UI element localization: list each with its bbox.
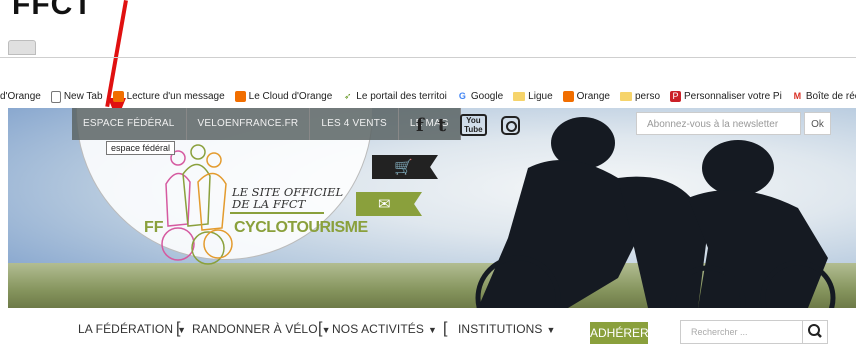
topnav-veloenfrance[interactable]: VELOENFRANCE.FR	[187, 108, 311, 140]
nav-label: RANDONNER À VÉLO	[192, 322, 318, 336]
bookmark-portail[interactable]: ➶ Le portail des territoi	[342, 91, 447, 102]
bookmark-label: Le Cloud d'Orange	[248, 91, 333, 102]
orange-icon	[112, 91, 124, 102]
logo-divider	[230, 212, 324, 214]
bookmark-orange-2[interactable]: Orange	[562, 91, 610, 102]
newsletter-input[interactable]: Abonnez-vous à la newsletter	[636, 112, 801, 135]
caret-down-icon: ▼	[546, 325, 556, 335]
bookmark-ligue[interactable]: Ligue	[513, 91, 553, 102]
bookmarks-bar: d'Orange New Tab Lecture d'un message Le…	[0, 88, 856, 105]
nav-activites[interactable]: NOS ACTIVITÉS ▼	[332, 322, 437, 336]
toolbar-divider	[0, 57, 856, 58]
search-button[interactable]	[802, 320, 828, 344]
nav-separator: [	[318, 320, 323, 337]
bookmark-label: Personnaliser votre Pi	[684, 91, 782, 102]
bookmark-label: Google	[470, 91, 504, 102]
logo-ff: FF	[144, 219, 164, 236]
bookmark-cloud[interactable]: Le Cloud d'Orange	[234, 91, 333, 102]
contact-ribbon[interactable]: ✉	[356, 192, 422, 216]
newsletter-ok-button[interactable]: Ok	[804, 112, 831, 135]
portal-icon: ➶	[344, 91, 352, 101]
bookmark-perso[interactable]: perso	[619, 91, 660, 102]
site-header: LE SITE OFFICIEL DE LA FFCT FF CYCLOTOUR…	[8, 108, 856, 308]
bookmark-google[interactable]: G Google	[457, 91, 503, 102]
pinterest-icon: P	[670, 91, 681, 102]
folder-icon	[619, 92, 632, 101]
twitter-icon[interactable]: t	[438, 115, 446, 136]
social-links: f t You Tube	[416, 114, 520, 136]
nav-separator: [	[176, 320, 181, 337]
nav-institutions[interactable]: INSTITUTIONS ▼	[458, 322, 556, 336]
youtube-top: You	[466, 116, 481, 125]
tooltip: espace fédéral	[106, 141, 176, 155]
caret-down-icon: ▼	[321, 325, 331, 335]
bookmark-label: New Tab	[63, 91, 103, 102]
page-icon	[50, 90, 61, 103]
nav-label: INSTITUTIONS	[458, 322, 543, 336]
nav-randonner[interactable]: RANDONNER À VÉLO ▼	[192, 322, 331, 336]
youtube-icon[interactable]: You Tube	[460, 114, 487, 136]
caret-down-icon: ▼	[428, 325, 438, 335]
orange-icon	[234, 91, 246, 102]
logo-tagline-line2: DE LA FFCT	[232, 197, 306, 211]
bookmark-new-tab[interactable]: New Tab	[50, 90, 103, 103]
logo-tagline: LE SITE OFFICIEL DE LA FFCT	[232, 186, 343, 210]
bookmark-label: perso	[634, 91, 660, 102]
nav-separator: [	[443, 320, 448, 337]
orange-icon	[562, 91, 574, 102]
bookmark-label: Boîte de réception	[805, 91, 856, 102]
gmail-icon: M	[793, 91, 802, 101]
shop-ribbon[interactable]: 🛒	[372, 155, 438, 179]
bookmark-pinterest[interactable]: P Personnaliser votre Pi	[670, 91, 782, 102]
bookmark-lecture[interactable]: Lecture d'un message	[112, 91, 225, 102]
topnav-espace-federal[interactable]: ESPACE FÉDÉRAL	[72, 108, 187, 140]
logo-cyclists-icon	[161, 144, 233, 265]
browser-tab[interactable]	[8, 40, 36, 55]
cart-icon: 🛒	[394, 159, 413, 176]
google-icon: G	[458, 91, 466, 101]
bookmark-label: Le portail des territoi	[356, 91, 447, 102]
instagram-icon[interactable]	[500, 115, 520, 135]
bookmark-orange[interactable]: d'Orange	[0, 91, 41, 102]
bookmark-label: Ligue	[528, 91, 553, 102]
search-icon	[808, 324, 822, 338]
bookmark-label: Lecture d'un message	[126, 91, 225, 102]
bookmark-gmail[interactable]: MBoîte de réception	[792, 91, 856, 102]
bookmark-label: d'Orange	[0, 91, 41, 102]
folder-icon	[513, 92, 526, 101]
nav-label: NOS ACTIVITÉS	[332, 322, 424, 336]
nav-federation[interactable]: LA FÉDÉRATION ▼	[78, 322, 186, 336]
bookmark-label: Orange	[576, 91, 610, 102]
annotation-caption: FFCT	[12, 0, 93, 21]
nav-label: LA FÉDÉRATION	[78, 322, 174, 336]
topnav-4-vents[interactable]: LES 4 VENTS	[310, 108, 399, 140]
adherer-button[interactable]: ADHÉRER	[590, 322, 649, 344]
youtube-bottom: Tube	[464, 125, 483, 134]
mail-icon: ✉	[378, 196, 391, 213]
facebook-icon[interactable]: f	[416, 115, 424, 136]
logo-name: CYCLOTOURISME	[234, 219, 368, 236]
top-nav: ESPACE FÉDÉRAL VELOENFRANCE.FR LES 4 VEN…	[72, 108, 461, 140]
